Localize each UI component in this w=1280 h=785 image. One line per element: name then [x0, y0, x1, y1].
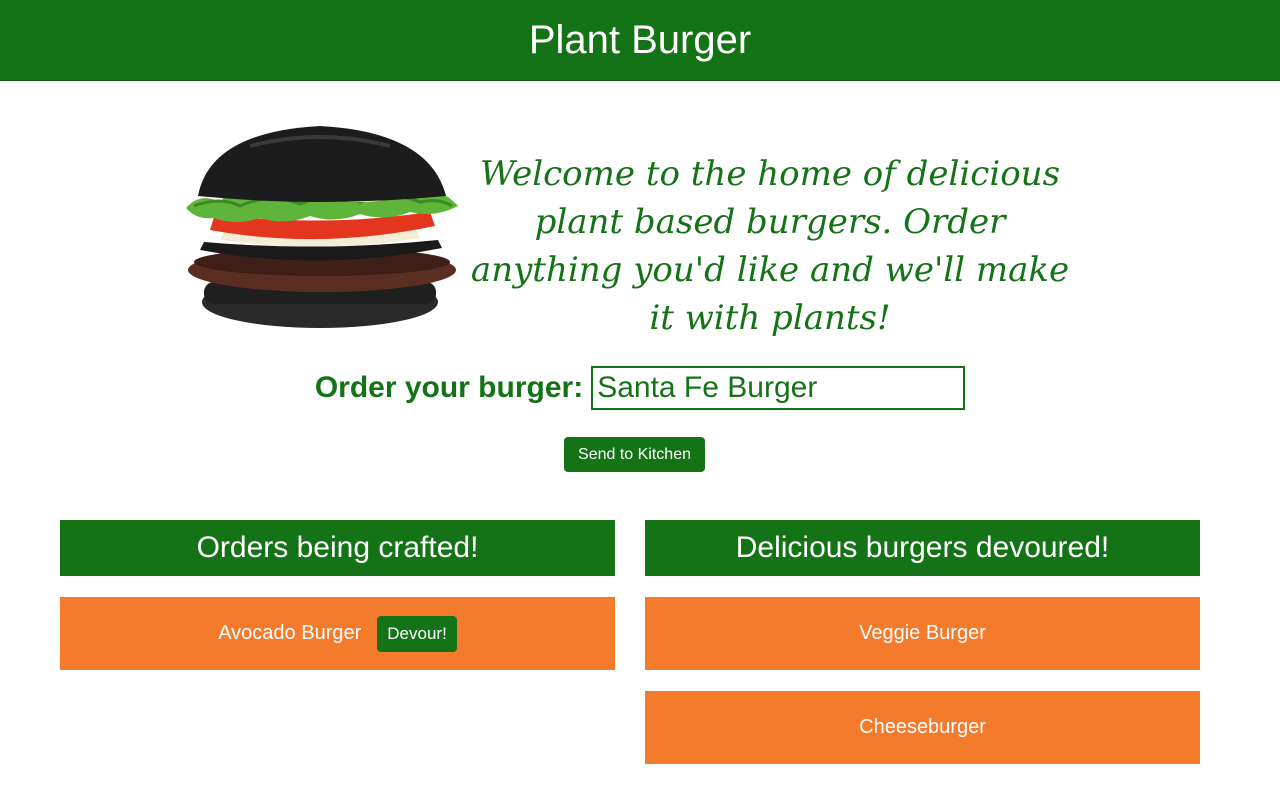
devoured-burger-item: Cheeseburger: [645, 691, 1200, 764]
devoured-burgers-column: Delicious burgers devoured! Veggie Burge…: [645, 520, 1200, 785]
devour-button[interactable]: Devour!: [377, 615, 457, 652]
order-form: Order your burger:: [0, 362, 1280, 414]
crafted-burger-item: Avocado Burger Devour!: [60, 597, 615, 670]
burger-name-input[interactable]: [591, 366, 966, 410]
site-header: Plant Burger: [0, 0, 1280, 81]
devoured-burgers-header: Delicious burgers devoured!: [645, 520, 1200, 576]
burger-name: Avocado Burger: [218, 622, 362, 644]
site-title: Plant Burger: [528, 17, 752, 62]
welcome-message: Welcome to the home of delicious plant b…: [470, 154, 1070, 338]
order-label: Order your burger:: [314, 371, 584, 404]
burger-image: [186, 126, 458, 328]
crafted-orders-column: Orders being crafted! Avocado Burger Dev…: [60, 520, 615, 691]
devoured-burger-item: Veggie Burger: [645, 597, 1200, 670]
hero-section: Welcome to the home of delicious plant b…: [180, 122, 1080, 338]
burger-name: Cheeseburger: [859, 716, 986, 738]
send-to-kitchen-button[interactable]: Send to Kitchen: [564, 437, 705, 472]
burger-name: Veggie Burger: [859, 622, 986, 644]
crafted-orders-header: Orders being crafted!: [60, 520, 615, 576]
